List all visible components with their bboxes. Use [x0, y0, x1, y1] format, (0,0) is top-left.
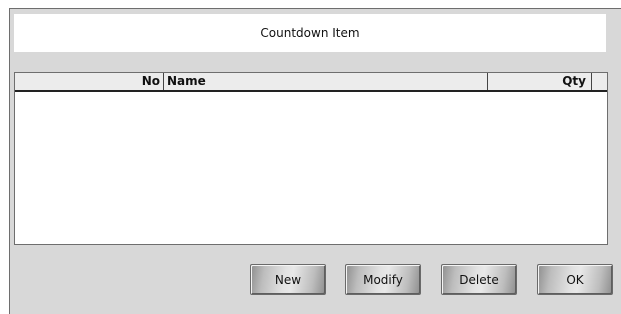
ok-button[interactable]: OK	[537, 264, 613, 295]
delete-button[interactable]: Delete	[441, 264, 517, 295]
list-body[interactable]	[15, 92, 607, 244]
item-list[interactable]: No Name Qty	[14, 72, 608, 245]
column-header-filler	[592, 73, 607, 90]
column-header-qty[interactable]: Qty	[488, 73, 592, 90]
modify-button[interactable]: Modify	[345, 264, 421, 295]
list-header: No Name Qty	[15, 73, 607, 92]
column-header-no[interactable]: No	[15, 73, 164, 90]
countdown-item-window: Countdown Item No Name Qty New Modify De…	[0, 0, 621, 314]
new-button[interactable]: New	[250, 264, 326, 295]
dialog-title-box: Countdown Item	[14, 14, 606, 52]
column-header-name[interactable]: Name	[164, 73, 488, 90]
dialog-title: Countdown Item	[260, 26, 360, 40]
